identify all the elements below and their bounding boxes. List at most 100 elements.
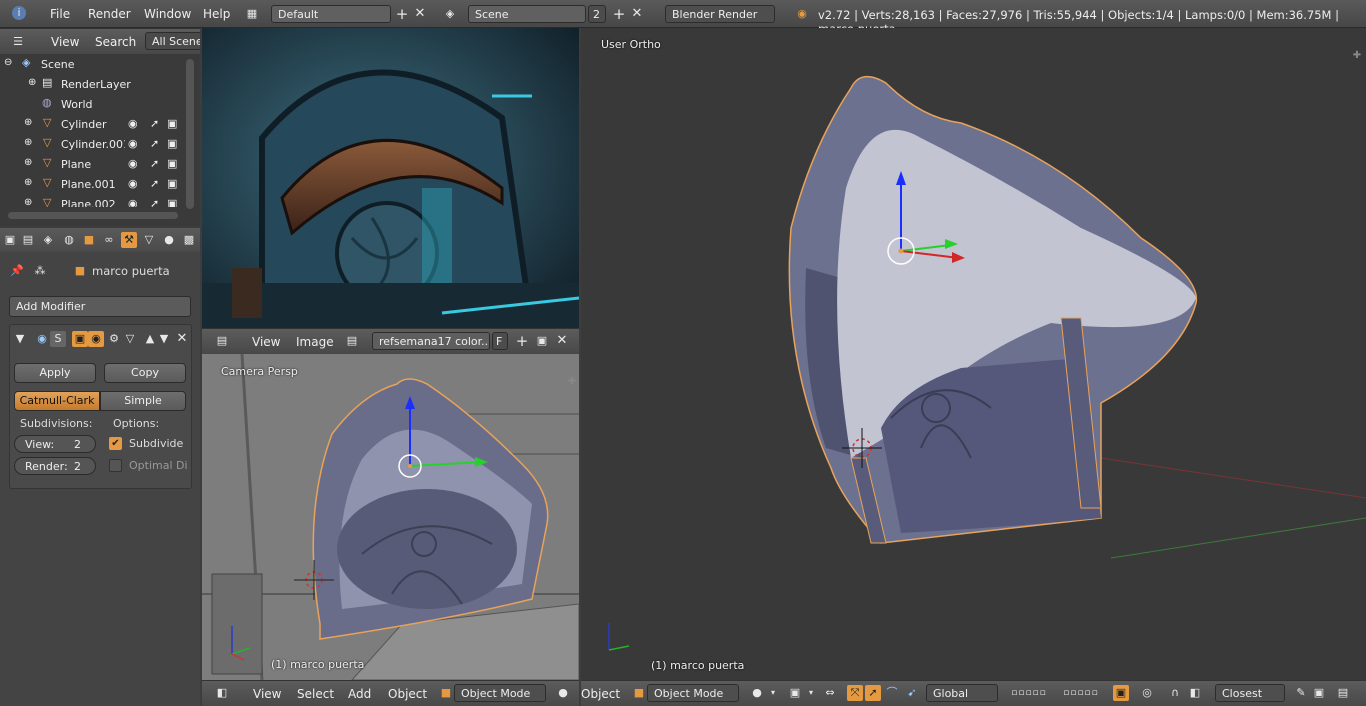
pivot-dropdown-icon[interactable]: ▾ [803, 685, 819, 701]
menu-render[interactable]: Render [88, 7, 131, 21]
outliner-row-cylinder001[interactable]: ⊕ ▽ Cylinder.001 ◉ ➚ ▣ [0, 135, 196, 155]
editmode-display-icon[interactable]: ⚙ [106, 331, 122, 347]
data-tab-icon[interactable]: ▽ [141, 232, 157, 248]
subdivide-uvs-checkbox[interactable]: ✔ [109, 437, 122, 450]
copy-button[interactable]: Copy [104, 363, 186, 383]
translate-manipulator-icon[interactable]: ⤧ [847, 685, 863, 701]
image-name-field[interactable]: refsemana17 color.... [372, 332, 490, 350]
select-arrow-icon[interactable]: ➚ [150, 117, 159, 130]
render-only-icon[interactable]: ✎ [1293, 685, 1309, 701]
outliner-vertical-scrollbar[interactable] [186, 59, 194, 209]
expand-icon[interactable]: ⊕ [24, 137, 32, 148]
new-image-icon[interactable]: + [514, 333, 530, 349]
expand-icon[interactable]: ⊕ [24, 117, 32, 128]
scale-manipulator-icon[interactable]: ➹ [904, 685, 920, 701]
select-arrow-icon[interactable]: ➚ [150, 157, 159, 170]
move-down-icon[interactable]: ▼ [156, 331, 172, 347]
material-tab-icon[interactable]: ● [161, 232, 177, 248]
menu-file[interactable]: File [50, 7, 70, 21]
snap-magnet-icon[interactable]: ∩ [1167, 685, 1183, 701]
proportional-edit-icon[interactable]: ◎ [1139, 685, 1155, 701]
remove-screen-icon[interactable]: ✕ [412, 6, 428, 22]
camera-menu-object[interactable]: Object [388, 687, 427, 701]
scene-tab-icon[interactable]: ◈ [40, 232, 56, 248]
render-display-icon[interactable]: ◉ [88, 331, 104, 347]
outliner-display-mode[interactable]: All Scenes [145, 32, 200, 50]
camera-mode-select[interactable]: Object Mode [454, 684, 546, 702]
show-cage-icon[interactable]: S [50, 331, 66, 347]
viewport-shading-icon[interactable]: ● [555, 685, 571, 701]
visibility-eye-icon[interactable]: ◉ [128, 157, 138, 170]
camera-menu-select[interactable]: Select [297, 687, 334, 701]
expand-icon[interactable]: ⊕ [28, 77, 36, 88]
select-arrow-icon[interactable]: ➚ [150, 197, 159, 207]
expand-icon[interactable]: ⊕ [24, 157, 32, 168]
select-arrow-icon[interactable]: ➚ [150, 177, 159, 190]
image-browse-icon[interactable]: ▤ [344, 333, 360, 349]
select-arrow-icon[interactable]: ➚ [150, 137, 159, 150]
image-menu-view[interactable]: View [252, 335, 280, 349]
render-engine-select[interactable]: Blender Render [665, 5, 775, 23]
simple-toggle[interactable]: Simple [100, 391, 186, 411]
view-levels-field[interactable]: View: 2 [14, 435, 96, 453]
render-levels-field[interactable]: Render: 2 [14, 457, 96, 475]
rotate-arc-icon[interactable]: ⌒ [884, 685, 900, 701]
optimal-display-checkbox[interactable] [109, 459, 122, 472]
region-toggle-plus-icon[interactable]: ✚ [564, 374, 579, 390]
render-camera-icon[interactable]: ▣ [167, 197, 177, 207]
rotate-manipulator-icon[interactable]: ➚ [865, 685, 881, 701]
catmull-clark-toggle[interactable]: Catmull-Clark [14, 391, 100, 411]
outliner-row-plane[interactable]: ⊕ ▽ Plane ◉ ➚ ▣ [0, 155, 196, 175]
unlink-image-icon[interactable]: ✕ [554, 333, 570, 349]
pin-icon[interactable]: 📌 [9, 263, 25, 279]
render-layers-tab-icon[interactable]: ▤ [20, 232, 36, 248]
outliner-row-renderlayer[interactable]: ⊕ ▤ RenderLayer [0, 75, 196, 95]
apply-button[interactable]: Apply [14, 363, 96, 383]
opengl-anim-icon[interactable]: ▤ [1335, 685, 1351, 701]
expand-icon[interactable]: ⊕ [24, 197, 32, 207]
ortho-viewport[interactable]: User Ortho (1) marco puerta ✚ [581, 28, 1366, 680]
render-camera-icon[interactable]: ▣ [167, 177, 177, 190]
add-modifier-dropdown[interactable]: Add Modifier [9, 296, 191, 317]
camera-viewport[interactable]: Camera Persp (1) marco puerta ✚ [202, 354, 579, 680]
snap-element-icon[interactable]: ◧ [1187, 685, 1203, 701]
visibility-eye-icon[interactable]: ◉ [128, 137, 138, 150]
scene-field[interactable]: Scene [468, 5, 586, 23]
render-camera-icon[interactable]: ▣ [167, 137, 177, 150]
render-camera-icon[interactable]: ▣ [167, 117, 177, 130]
remove-scene-icon[interactable]: ✕ [629, 6, 645, 22]
expand-icon[interactable]: ⊕ [24, 177, 32, 188]
expand-icon[interactable]: ⊖ [4, 57, 12, 68]
region-toggle-plus-icon[interactable]: ✚ [1349, 48, 1365, 64]
opengl-render-icon[interactable]: ▣ [1311, 685, 1327, 701]
image-editor-type-icon[interactable]: ▤ [214, 333, 230, 349]
menu-help[interactable]: Help [203, 7, 230, 21]
outliner-row-plane002[interactable]: ⊕ ▽ Plane.002 ◉ ➚ ▣ [0, 195, 196, 207]
screen-layout-icon[interactable]: ▦ [244, 6, 260, 22]
realtime-display-icon[interactable]: ▣ [72, 331, 88, 347]
layers-grid-icon[interactable]: ▫▫▫▫▫ [1005, 685, 1053, 701]
pivot-point-icon[interactable]: ▣ [787, 685, 803, 701]
visibility-eye-icon[interactable]: ◉ [128, 117, 138, 130]
render-camera-icon[interactable]: ▣ [167, 157, 177, 170]
open-image-icon[interactable]: ▣ [534, 333, 550, 349]
outliner-row-cylinder[interactable]: ⊕ ▽ Cylinder ◉ ➚ ▣ [0, 115, 196, 135]
image-menu-image[interactable]: Image [296, 335, 334, 349]
menu-window[interactable]: Window [144, 7, 191, 21]
scene-icon[interactable]: ◈ [442, 6, 458, 22]
manipulator-toggle-icon[interactable]: ⇔ [822, 685, 838, 701]
texture-tab-icon[interactable]: ▩ [181, 232, 197, 248]
remove-modifier-icon[interactable]: ✕ [174, 331, 190, 347]
object-tab-icon[interactable]: ■ [81, 232, 97, 248]
constraints-tab-icon[interactable]: ∞ [101, 232, 117, 248]
add-screen-icon[interactable]: + [394, 6, 410, 22]
transform-orientation-select[interactable]: Global [926, 684, 998, 702]
camera-menu-view[interactable]: View [253, 687, 281, 701]
visibility-eye-icon[interactable]: ◉ [128, 177, 138, 190]
info-icon[interactable]: i [12, 6, 26, 20]
modifiers-tab-icon[interactable]: ⚒ [121, 232, 137, 248]
fake-user-toggle[interactable]: F [492, 332, 508, 350]
collapse-arrow-icon[interactable]: ▼ [12, 331, 28, 347]
viewport-shading-icon[interactable]: ● [749, 685, 765, 701]
ortho-menu-object[interactable]: Object [581, 687, 620, 701]
